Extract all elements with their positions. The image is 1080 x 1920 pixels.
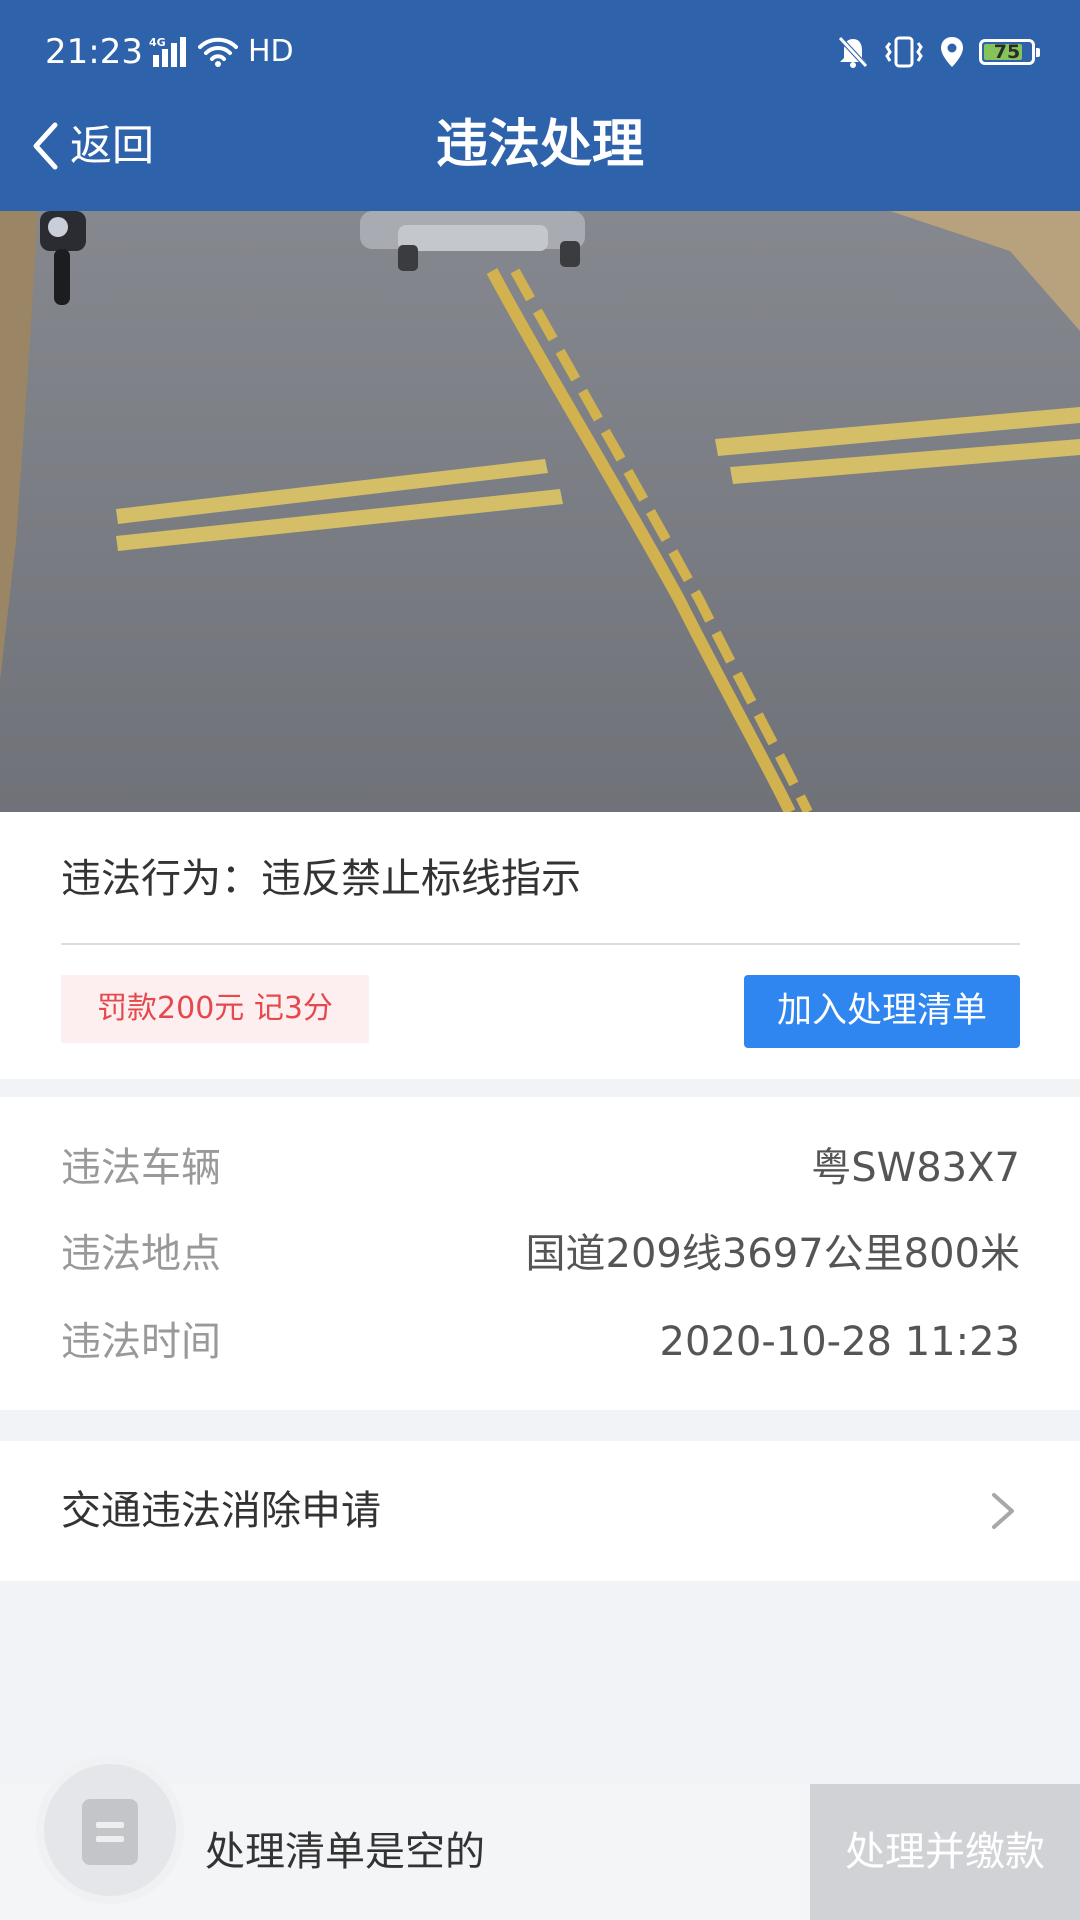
detail-label: 违法时间 <box>61 1319 221 1365</box>
violation-photo[interactable] <box>0 211 1080 812</box>
chevron-right-icon <box>992 1493 1014 1529</box>
detail-value: 国道209线3697公里800米 <box>525 1231 1021 1277</box>
status-bar: 21:23 4G HD 75 <box>0 0 1080 104</box>
status-time: 21:23 <box>45 32 143 72</box>
detail-row-time: 违法时间 2020-10-28 11:23 <box>61 1312 1020 1372</box>
back-button[interactable]: 返回 <box>30 115 154 177</box>
road-image <box>0 211 1080 812</box>
process-and-pay-button[interactable]: 处理并缴款 <box>810 1784 1080 1920</box>
status-right-icons: 75 <box>837 28 1040 76</box>
detail-value: 粤SW83X7 <box>811 1145 1020 1191</box>
detail-label: 违法车辆 <box>61 1145 221 1191</box>
detail-value: 2020-10-28 11:23 <box>659 1319 1020 1365</box>
back-chevron-icon <box>33 122 58 170</box>
mute-icon <box>838 36 868 68</box>
penalty-badge: 罚款200元 记3分 <box>61 975 369 1043</box>
wifi-icon <box>198 37 238 67</box>
hd-indicator: HD <box>248 34 294 69</box>
back-label: 返回 <box>70 121 155 170</box>
detail-label: 违法地点 <box>61 1231 221 1277</box>
detail-row-location: 违法地点 国道209线3697公里800米 <box>61 1224 1020 1284</box>
elimination-request-label: 交通违法消除申请 <box>61 1488 381 1534</box>
battery-icon: 75 <box>979 39 1040 65</box>
signal-icon: 4G <box>149 36 186 67</box>
cart-icon <box>82 1799 138 1865</box>
battery-level: 75 <box>993 41 1021 63</box>
svg-text:4G: 4G <box>149 36 166 49</box>
violation-behavior: 违法行为：违反禁止标线指示 <box>61 856 581 902</box>
page-title: 违法处理 <box>435 115 644 175</box>
cart-button[interactable] <box>44 1764 176 1896</box>
cart-empty-text: 处理清单是空的 <box>205 1829 485 1875</box>
app-header: 21:23 4G HD 75 返回 违法处理 <box>0 0 1080 211</box>
status-left-icons: 4G HD <box>148 30 294 74</box>
vibrate-icon <box>885 36 923 68</box>
add-to-list-button[interactable]: 加入处理清单 <box>744 975 1020 1048</box>
location-icon <box>941 37 963 67</box>
elimination-request-row[interactable]: 交通违法消除申请 <box>0 1441 1080 1581</box>
divider <box>61 943 1020 945</box>
detail-row-vehicle: 违法车辆 粤SW83X7 <box>61 1138 1020 1198</box>
